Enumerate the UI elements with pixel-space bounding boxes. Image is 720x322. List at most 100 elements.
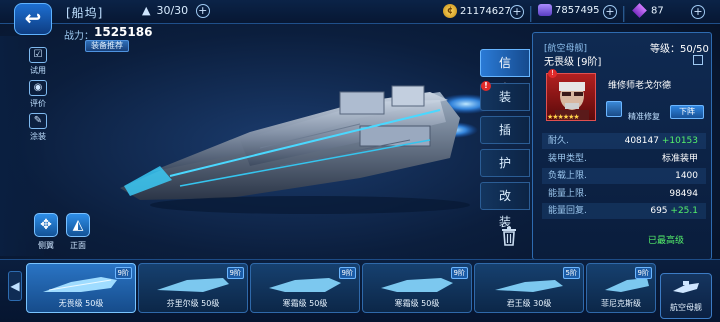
unassign-officer-button[interactable]: 下阵 [670, 105, 704, 119]
trash-icon[interactable] [501, 226, 517, 246]
review-button[interactable]: ◉ 评价 [24, 80, 52, 109]
divider: | [528, 3, 534, 22]
cubes-resource: 7857495 [538, 4, 600, 16]
ship-card-name: 芬里尔级 50级 [166, 299, 220, 308]
paint-label: 涂装 [30, 132, 46, 141]
side-view-label: 侧翼 [38, 241, 54, 250]
carrier-icon [673, 281, 699, 293]
ship-card-1[interactable]: 9阶 无畏级 50级 [26, 263, 136, 313]
stat-label: 装甲类型. [548, 154, 587, 164]
credits-value: 21174627 [460, 6, 511, 17]
stat-label: 耐久. [548, 136, 569, 146]
ship-rank-badge: 5阶 [562, 267, 580, 279]
ship-thumbnail [381, 278, 453, 292]
equipment-recommend-button[interactable]: 装备推荐 [85, 40, 129, 52]
ship-rank-badge: 9阶 [634, 267, 652, 279]
max-level-label: 已最高级 [648, 236, 685, 246]
tab-shield[interactable]: 护 盾 [480, 149, 530, 196]
stat-value: 标准装甲 [661, 154, 698, 164]
ship-thumbnail [43, 277, 117, 292]
ship-rank-badge: 9阶 [114, 267, 132, 279]
review-label: 评价 [30, 99, 46, 108]
ship-thumbnail [495, 280, 563, 292]
ship-card-2[interactable]: 9阶 芬里尔级 50级 [138, 263, 248, 313]
ship-thumbnail [269, 278, 341, 292]
stat-value: 695 +25.1 [650, 203, 698, 219]
checkbox-icon: ☑ [29, 47, 47, 63]
gems-resource: 87 [632, 3, 664, 18]
stat-number: 408147 [624, 136, 659, 146]
gems-value: 87 [651, 5, 664, 17]
tab-plugins[interactable]: 插 件 [480, 116, 530, 163]
chevron-left-icon: ◀ [10, 279, 20, 293]
add-fleet-button[interactable]: + [195, 4, 210, 18]
back-button[interactable]: ↩ [14, 3, 52, 35]
rocket-icon: ▲ [142, 4, 151, 17]
cube-icon [538, 4, 552, 16]
credits-resource: ¢ 21174627 [443, 4, 511, 18]
credit-coin-icon: ¢ [443, 4, 457, 18]
cubes-value: 7857495 [555, 5, 600, 16]
stat-label: 负载上限. [548, 171, 587, 181]
officer-skill: 精准修复 [628, 112, 660, 121]
page-title: [船坞] [66, 6, 104, 20]
side-view-button[interactable]: ✥ [34, 213, 58, 237]
ship-card-4[interactable]: 9阶 寒霜级 50级 [362, 263, 472, 313]
fleet-count: ▲ 30/30 + [142, 4, 210, 18]
ship-level: 等级：50/50 [650, 40, 709, 55]
ship-name: 无畏级 [9阶] [544, 57, 602, 68]
trial-button[interactable]: ☑ 试用 [24, 47, 52, 76]
divider: | [621, 3, 627, 22]
ship-card-name: 无畏级 50级 [58, 299, 104, 308]
tab-info[interactable]: 信 息 [480, 49, 530, 96]
ship-card-name: 菲尼克斯级 [601, 299, 641, 308]
add-gems-button[interactable]: + [691, 5, 705, 19]
ship-model-image [120, 85, 496, 214]
carrier-filter-button[interactable]: 航空母舰 [660, 273, 712, 319]
add-cubes-button[interactable]: + [603, 5, 617, 19]
carrier-button-label: 航空母舰 [670, 303, 702, 312]
stat-label: 能量上限. [548, 189, 587, 199]
power-value: 1525186 [94, 25, 153, 39]
ship-rank-badge: 9阶 [338, 267, 356, 279]
stat-value: 98494 [669, 189, 698, 199]
ship-card-name: 寒霜级 50级 [282, 299, 328, 308]
back-arrow-icon: ↩ [24, 6, 42, 30]
equipment-alert-badge: ! [481, 81, 491, 91]
stat-row-load: 负载上限. 1400 [542, 168, 706, 184]
stat-row-durability: 耐久. 408147 +10153 [542, 133, 706, 149]
ship-rank-badge: 9阶 [226, 267, 244, 279]
ship-card-6[interactable]: 9阶 菲尼克斯级 [586, 263, 656, 313]
paint-icon: ✎ [29, 113, 47, 129]
stat-number: 695 [650, 206, 668, 216]
edit-icon[interactable] [693, 55, 703, 65]
level-value: 50/50 [680, 44, 709, 55]
tab-modify[interactable]: 改 装 [480, 182, 530, 229]
stat-value: 408147 +10153 [625, 133, 698, 149]
stat-row-energy-regen: 能量回复. 695 +25.1 [542, 203, 706, 219]
ship-card-5[interactable]: 5阶 君王级 30级 [474, 263, 584, 313]
move-arrows-icon: ✥ [40, 217, 52, 233]
ship-card-name: 寒霜级 50级 [394, 299, 440, 308]
add-credits-button[interactable]: + [510, 5, 524, 19]
ship-thumbnail [157, 278, 229, 292]
officer-alert-badge: ! [548, 69, 557, 78]
level-label: 等级： [650, 44, 680, 55]
scroll-left-button[interactable]: ◀ [8, 271, 22, 301]
officer-stars: ★★★★★★ [547, 113, 580, 121]
ship-front-icon: ◭ [72, 217, 84, 233]
ship-rank-badge: 9阶 [450, 267, 468, 279]
paint-button[interactable]: ✎ 涂装 [24, 113, 52, 142]
officer-name: 维修师老戈尔德 [608, 81, 672, 91]
stat-label: 能量回复. [548, 206, 587, 216]
gem-icon [632, 3, 647, 18]
profile-icon: ◉ [29, 80, 47, 96]
stat-row-energy-cap: 能量上限. 98494 [542, 186, 706, 202]
stat-row-armor: 装甲类型. 标准装甲 [542, 151, 706, 167]
ship-card-name: 君王级 30级 [506, 299, 552, 308]
stat-value: 1400 [675, 171, 698, 181]
trial-label: 试用 [30, 66, 46, 75]
fleet-count-value: 30/30 [156, 4, 189, 17]
front-view-button[interactable]: ◭ [66, 213, 90, 237]
ship-card-3[interactable]: 9阶 寒霜级 50级 [250, 263, 360, 313]
